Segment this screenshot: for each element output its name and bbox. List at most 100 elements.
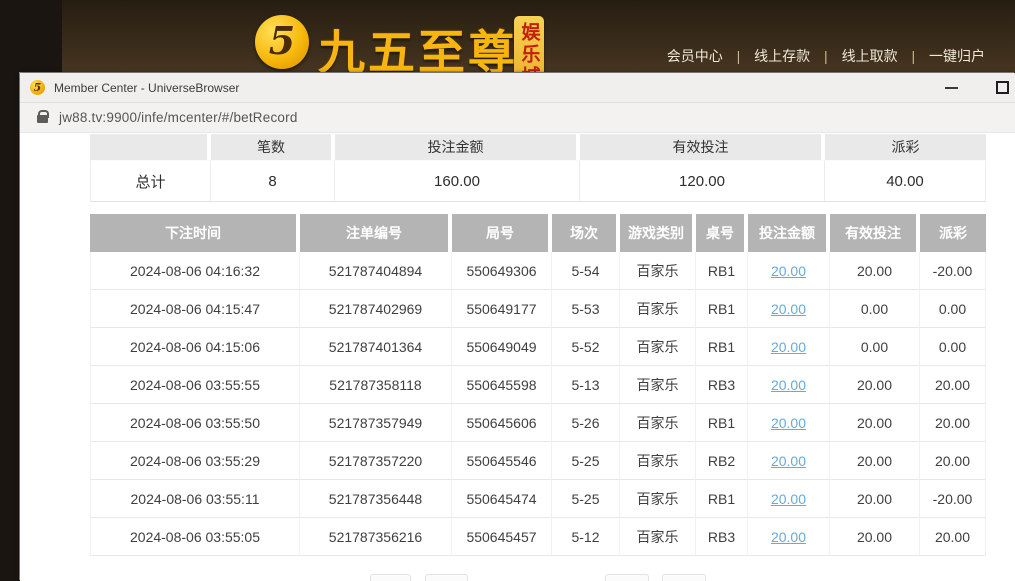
game-type: 百家乐	[620, 290, 696, 328]
summary-total-row: 总计 8 160.00 120.00 40.00	[90, 160, 986, 202]
nav-online-withdraw[interactable]: 线上取款	[842, 48, 898, 64]
valid-bet: 20.00	[830, 366, 920, 404]
bet-id: 521787358118	[300, 366, 452, 404]
summary-header-payout: 派彩	[825, 134, 986, 160]
table-row: 2024-08-06 04:16:32 521787404894 5506493…	[90, 252, 986, 290]
bet-amount-link[interactable]: 20.00	[771, 415, 806, 431]
bet-id: 521787404894	[300, 252, 452, 290]
bet-table-header-row: 下注时间 注单编号 局号 场次 游戏类别 桌号 投注金额 有效投注 派彩	[90, 214, 986, 252]
minimize-button[interactable]	[945, 87, 958, 89]
bet-amount-link[interactable]: 20.00	[771, 301, 806, 317]
bet-time: 2024-08-06 03:55:50	[90, 404, 300, 442]
brand-logo-icon: 5	[255, 15, 309, 69]
header-bet-time: 下注时间	[90, 214, 300, 252]
nav-separator: |	[737, 48, 741, 64]
bet-id: 521787356216	[300, 518, 452, 556]
summary-header-bet-amount: 投注金额	[335, 134, 580, 160]
header-valid-bet: 有效投注	[830, 214, 920, 252]
site-nav: 会员中心 | 线上存款 | 线上取款 | 一键归户	[667, 46, 985, 66]
payout: 20.00	[920, 366, 986, 404]
window-titlebar[interactable]: 5 Member Center - UniverseBrowser	[20, 73, 1015, 103]
payout: -20.00	[920, 252, 986, 290]
table-row: 2024-08-06 03:55:55 521787358118 5506455…	[90, 366, 986, 404]
bet-id: 521787357220	[300, 442, 452, 480]
summary-total-valid-bet: 120.00	[580, 160, 825, 202]
table-no: RB1	[696, 290, 748, 328]
bet-time: 2024-08-06 04:15:47	[90, 290, 300, 328]
bet-amount-cell: 20.00	[748, 290, 830, 328]
valid-bet: 20.00	[830, 518, 920, 556]
round-id: 550645598	[452, 366, 552, 404]
header-round-id: 局号	[452, 214, 552, 252]
window-title: Member Center - UniverseBrowser	[54, 81, 239, 95]
bet-record-table: 下注时间 注单编号 局号 场次 游戏类别 桌号 投注金额 有效投注 派彩 202…	[90, 214, 986, 556]
game-type: 百家乐	[620, 366, 696, 404]
page-content: 笔数 投注金额 有效投注 派彩 总计 8 160.00 120.00 40.00	[20, 133, 1015, 579]
header-bet-id: 注单编号	[300, 214, 452, 252]
bet-id: 521787356448	[300, 480, 452, 518]
bet-time: 2024-08-06 03:55:29	[90, 442, 300, 480]
header-session: 场次	[552, 214, 620, 252]
summary-total-payout: 40.00	[825, 160, 986, 202]
nav-online-deposit[interactable]: 线上存款	[754, 48, 810, 64]
nav-separator: |	[911, 48, 915, 64]
maximize-button[interactable]	[996, 81, 1009, 94]
logo-glyph: 5	[269, 22, 295, 60]
payout: 20.00	[920, 442, 986, 480]
nav-separator: |	[824, 48, 828, 64]
header-table-no: 桌号	[696, 214, 748, 252]
session: 5-26	[552, 404, 620, 442]
session: 5-52	[552, 328, 620, 366]
table-no: RB1	[696, 404, 748, 442]
bet-amount-cell: 20.00	[748, 518, 830, 556]
bet-amount-link[interactable]: 20.00	[771, 377, 806, 393]
bet-amount-cell: 20.00	[748, 442, 830, 480]
round-id: 550645546	[452, 442, 552, 480]
bet-amount-link[interactable]: 20.00	[771, 339, 806, 355]
table-row: 2024-08-06 03:55:11 521787356448 5506454…	[90, 480, 986, 518]
summary-header-count: 笔数	[211, 134, 335, 160]
bet-id: 521787402969	[300, 290, 452, 328]
table-no: RB2	[696, 442, 748, 480]
round-id: 550645457	[452, 518, 552, 556]
summary-header-row: 笔数 投注金额 有效投注 派彩	[90, 134, 986, 160]
session: 5-54	[552, 252, 620, 290]
session: 5-53	[552, 290, 620, 328]
valid-bet: 20.00	[830, 404, 920, 442]
table-row: 2024-08-06 03:55:29 521787357220 5506455…	[90, 442, 986, 480]
bet-amount-link[interactable]: 20.00	[771, 529, 806, 545]
table-row: 2024-08-06 03:55:05 521787356216 5506454…	[90, 518, 986, 556]
round-id: 550649306	[452, 252, 552, 290]
header-bet-amount: 投注金额	[748, 214, 830, 252]
valid-bet: 20.00	[830, 442, 920, 480]
nav-one-key-transfer[interactable]: 一键归户	[929, 48, 985, 64]
payout: 0.00	[920, 290, 986, 328]
summary-table: 笔数 投注金额 有效投注 派彩 总计 8 160.00 120.00 40.00	[90, 134, 986, 202]
nav-member-center[interactable]: 会员中心	[667, 48, 723, 64]
game-type: 百家乐	[620, 328, 696, 366]
bet-time: 2024-08-06 04:15:06	[90, 328, 300, 366]
table-no: RB3	[696, 366, 748, 404]
pagination-button[interactable]	[370, 574, 411, 581]
valid-bet: 0.00	[830, 328, 920, 366]
pagination-button[interactable]	[662, 574, 706, 581]
address-bar[interactable]: jw88.tv:9900/infe/mcenter/#/betRecord	[20, 103, 1015, 133]
payout: 0.00	[920, 328, 986, 366]
table-row: 2024-08-06 03:55:50 521787357949 5506456…	[90, 404, 986, 442]
bet-time: 2024-08-06 03:55:05	[90, 518, 300, 556]
summary-total-bet-amount: 160.00	[335, 160, 580, 202]
game-type: 百家乐	[620, 404, 696, 442]
bet-time: 2024-08-06 03:55:11	[90, 480, 300, 518]
bet-amount-link[interactable]: 20.00	[771, 491, 806, 507]
bet-amount-link[interactable]: 20.00	[771, 453, 806, 469]
pagination-button[interactable]	[605, 574, 649, 581]
valid-bet: 20.00	[830, 480, 920, 518]
favicon-icon: 5	[30, 80, 45, 95]
table-no: RB1	[696, 480, 748, 518]
round-id: 550645474	[452, 480, 552, 518]
bet-amount-cell: 20.00	[748, 366, 830, 404]
pagination-button[interactable]	[425, 574, 468, 581]
bet-amount-link[interactable]: 20.00	[771, 263, 806, 279]
payout: 20.00	[920, 518, 986, 556]
game-type: 百家乐	[620, 480, 696, 518]
